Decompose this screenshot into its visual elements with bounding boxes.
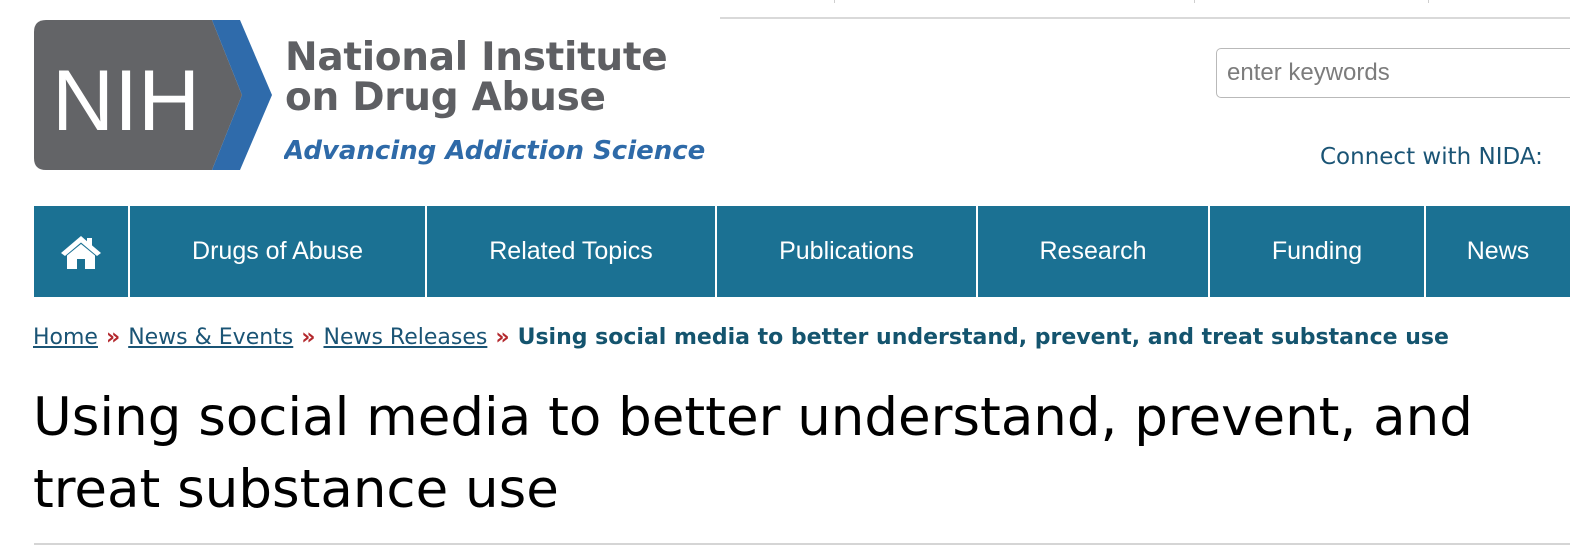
nav-item-funding[interactable]: Funding [1210, 206, 1426, 297]
breadcrumb-link-news-events[interactable]: News & Events [128, 325, 293, 350]
nih-badge: NIH [34, 20, 274, 170]
logo-title-line1: National Institute [285, 35, 668, 80]
logo-tagline: Advancing Addiction Science [284, 136, 706, 166]
header-divider [1194, 0, 1195, 3]
nav-home-button[interactable] [34, 206, 130, 297]
logo-title: National Institute on Drug Abuse [285, 35, 668, 120]
breadcrumb-separator: » [495, 325, 510, 350]
breadcrumb-separator: » [105, 325, 121, 350]
title-divider [34, 543, 1570, 545]
nav-item-drugs-of-abuse[interactable]: Drugs of Abuse [130, 206, 427, 297]
breadcrumb-link-news-releases[interactable]: News Releases [323, 325, 487, 350]
main-nav: Drugs of Abuse Related Topics Publicatio… [34, 206, 1570, 297]
nav-item-news[interactable]: News [1426, 206, 1570, 297]
nav-item-related-topics[interactable]: Related Topics [427, 206, 717, 297]
nih-badge-graphic: NIH [34, 20, 272, 170]
nih-badge-text: NIH [52, 53, 200, 149]
page-title: Using social media to better understand,… [33, 387, 1473, 520]
search-input[interactable] [1216, 48, 1570, 98]
nav-item-research[interactable]: Research [978, 206, 1210, 297]
header-divider [1428, 0, 1429, 3]
nida-logo[interactable]: NIH National Institute on Drug Abuse Adv… [34, 20, 724, 172]
breadcrumb: Home » News & Events » News Releases » Using s… [33, 322, 1449, 354]
nav-item-publications[interactable]: Publications [717, 206, 978, 297]
logo-title-line2: on Drug Abuse [285, 75, 606, 120]
page: NIH National Institute on Drug Abuse Adv… [0, 0, 1570, 558]
breadcrumb-separator: » [301, 325, 316, 350]
header-top-rule [720, 17, 1570, 19]
breadcrumb-link-home[interactable]: Home [33, 325, 98, 350]
home-icon [61, 235, 101, 269]
connect-with-nida-label: Connect with NIDA: [1320, 144, 1543, 170]
header-divider [834, 0, 835, 3]
breadcrumb-current: Using social media to better understand,… [517, 325, 1449, 350]
